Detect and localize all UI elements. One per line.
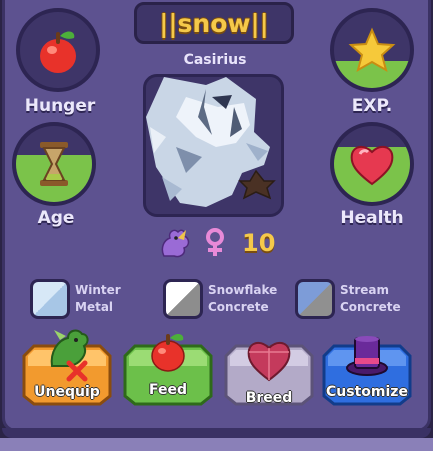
customize-button[interactable]: Customize [322,334,412,408]
feed-label: Feed [148,382,187,398]
top-hat-icon [346,336,388,376]
female-symbol-icon [206,228,224,256]
creature-level: 10 [242,229,276,257]
gene-swatch-winter-metal [30,279,70,319]
breed-label: Breed [245,390,293,406]
creature-nickname: ||snow|| [159,8,269,38]
exp-meter [330,8,414,92]
exp-label: EXP. [351,96,393,116]
hunger-label: Hunger [24,96,96,116]
unequip-button[interactable]: Unequip [22,329,112,408]
creature-species-name: Casirius [183,52,247,68]
gene-slot-3[interactable]: Stream Concrete [295,279,401,319]
hourglass-icon [40,142,68,186]
gene-swatch-stream-concrete [295,279,335,319]
unequip-label: Unequip [34,384,100,400]
wolf-portrait-image [146,77,281,214]
gene-label-2: Snowflake Concrete [208,283,278,314]
gene-slot-1[interactable]: Winter Metal [30,279,121,319]
apple-icon [40,31,76,73]
gene-slot-2[interactable]: Snowflake Concrete [163,279,277,319]
hunger-meter [16,8,100,92]
hunger-stat[interactable]: Hunger [10,8,110,118]
creature-info-row: 10 [156,224,275,262]
purple-dragon-icon [161,229,190,258]
remove-x-icon [66,360,88,382]
heart-gem-icon [247,342,291,382]
creature-portrait[interactable] [143,74,284,217]
customize-label: Customize [326,384,408,400]
age-meter [12,122,96,206]
heart-icon [350,146,394,186]
apple-icon [151,333,185,372]
star-icon [348,27,396,73]
health-meter [330,122,414,206]
name-plate[interactable]: ||snow|| [134,2,294,44]
panel-shadow [2,428,431,438]
breed-button[interactable]: Breed [224,334,314,408]
health-stat[interactable]: Health [322,122,422,232]
bottom-frame [0,438,433,451]
gene-label-1: Winter Metal [75,283,121,314]
age-label: Age [37,208,75,228]
health-label: Health [340,208,404,228]
age-stat[interactable]: Age [10,122,110,232]
exp-stat[interactable]: EXP. [322,8,422,118]
gene-label-3: Stream Concrete [340,283,401,314]
feed-button[interactable]: Feed [123,333,213,408]
gene-swatch-snowflake-concrete [163,279,203,319]
